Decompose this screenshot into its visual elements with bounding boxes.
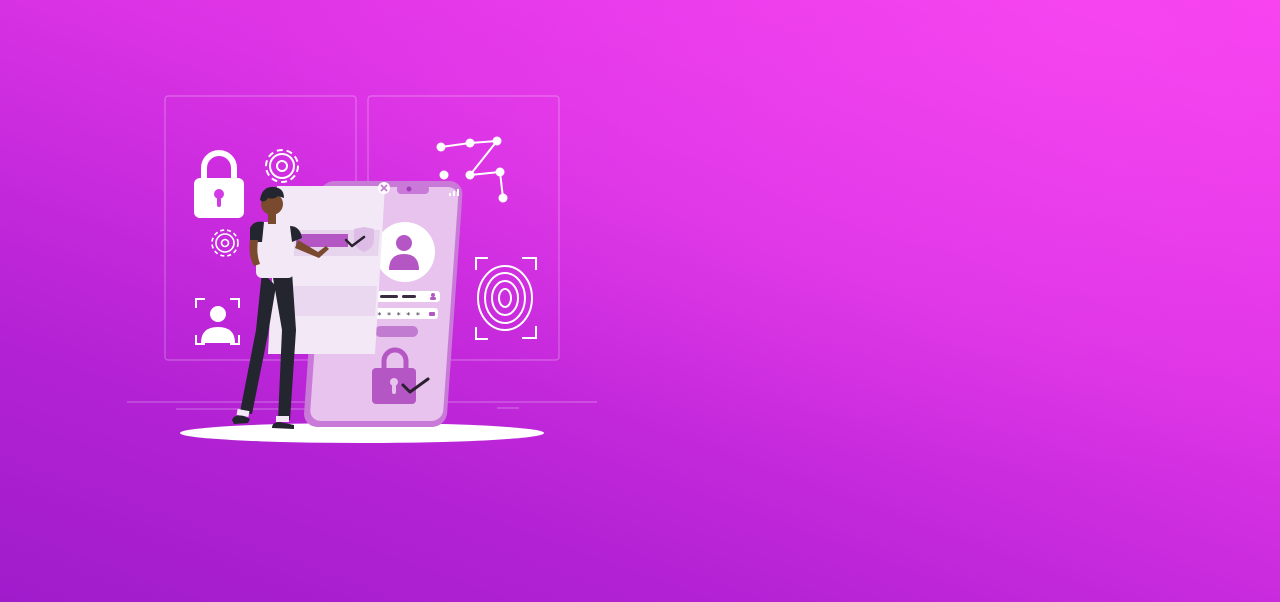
hero-banner: * * * * * (0, 0, 1280, 602)
user-icon (375, 222, 435, 282)
gear-icon (265, 149, 299, 183)
padlock-icon (194, 150, 244, 218)
username-field (374, 291, 440, 302)
password-mask: * * * * * (377, 311, 421, 320)
fingerprint-icon (475, 257, 537, 340)
login-button (375, 326, 418, 337)
face-scan-icon (195, 298, 240, 345)
small-gear-icon (211, 229, 239, 257)
close-icon (378, 182, 390, 194)
security-illustration: * * * * * (127, 95, 597, 443)
phone-notch (397, 185, 429, 194)
password-field: * * * * * (372, 308, 438, 320)
